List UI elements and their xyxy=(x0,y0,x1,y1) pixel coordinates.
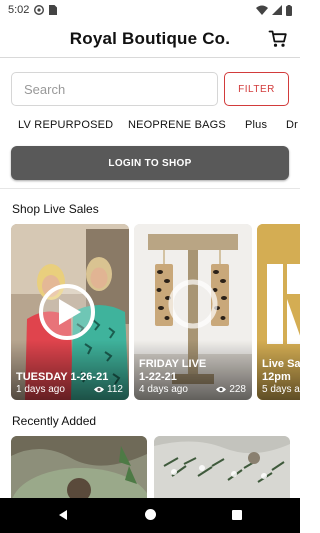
live-sale-time: 4 days ago xyxy=(139,384,188,395)
view-count: 112 xyxy=(94,384,123,395)
eye-icon xyxy=(216,386,227,393)
search-input[interactable]: Search xyxy=(11,72,218,106)
product-thumbnail xyxy=(11,436,147,498)
settings-circle-icon xyxy=(34,5,45,15)
battery-icon xyxy=(286,4,292,16)
recently-added-heading: Recently Added xyxy=(12,414,97,428)
status-time: 5:02 xyxy=(8,4,30,16)
live-sale-card[interactable]: Live Sa 12pm 5 days a xyxy=(257,224,300,400)
app-title: Royal Boutique Co. xyxy=(69,28,231,48)
view-count-value: 112 xyxy=(107,384,123,395)
category-plus[interactable]: Plus xyxy=(245,119,267,131)
live-sale-title-line2: 1-22-21 xyxy=(139,371,177,383)
filter-button[interactable]: FILTER xyxy=(224,72,289,106)
back-icon[interactable] xyxy=(57,509,69,521)
sim-card-icon xyxy=(49,5,58,15)
login-to-shop-button[interactable]: LOGIN TO SHOP xyxy=(11,146,289,180)
status-bar: 5:02 xyxy=(0,0,300,20)
search-placeholder: Search xyxy=(24,81,66,97)
view-count-value: 228 xyxy=(229,384,246,395)
system-nav-bar xyxy=(0,498,300,533)
recent-product-card[interactable] xyxy=(11,436,147,498)
live-sales-carousel[interactable]: TUESDAY 1-26-21 1 days ago 112 FRIDAY LI… xyxy=(11,224,300,400)
live-sale-title: TUESDAY 1-26-21 xyxy=(16,371,109,383)
view-count: 228 xyxy=(216,384,246,395)
app-header: Royal Boutique Co. xyxy=(0,20,300,58)
category-dresses[interactable]: Dr xyxy=(286,119,298,131)
section-divider xyxy=(0,188,300,189)
live-sale-title-line2: 12pm xyxy=(262,371,291,383)
live-sale-time: 5 days a xyxy=(262,384,300,395)
live-sale-time: 1 days ago xyxy=(16,384,65,395)
live-sale-title-line1: Live Sa xyxy=(262,358,300,370)
home-icon[interactable] xyxy=(145,509,156,520)
recent-product-card[interactable] xyxy=(154,436,290,498)
category-scroller[interactable]: LV REPURPOSED NEOPRENE BAGS Plus Dr xyxy=(0,114,300,138)
live-sales-heading: Shop Live Sales xyxy=(12,202,99,216)
shopping-cart-icon[interactable] xyxy=(268,29,288,49)
eye-icon xyxy=(94,386,105,393)
category-lv-repurposed[interactable]: LV REPURPOSED xyxy=(18,119,113,131)
live-sale-card[interactable]: TUESDAY 1-26-21 1 days ago 112 xyxy=(11,224,129,400)
category-neoprene-bags[interactable]: NEOPRENE BAGS xyxy=(128,119,226,131)
signal-icon xyxy=(272,5,282,15)
product-thumbnail xyxy=(154,436,290,498)
live-sale-title-line1: FRIDAY LIVE xyxy=(139,358,207,370)
live-sale-card[interactable]: FRIDAY LIVE 1-22-21 4 days ago 228 xyxy=(134,224,252,400)
recent-apps-icon[interactable] xyxy=(232,510,242,520)
wifi-icon xyxy=(256,5,268,15)
